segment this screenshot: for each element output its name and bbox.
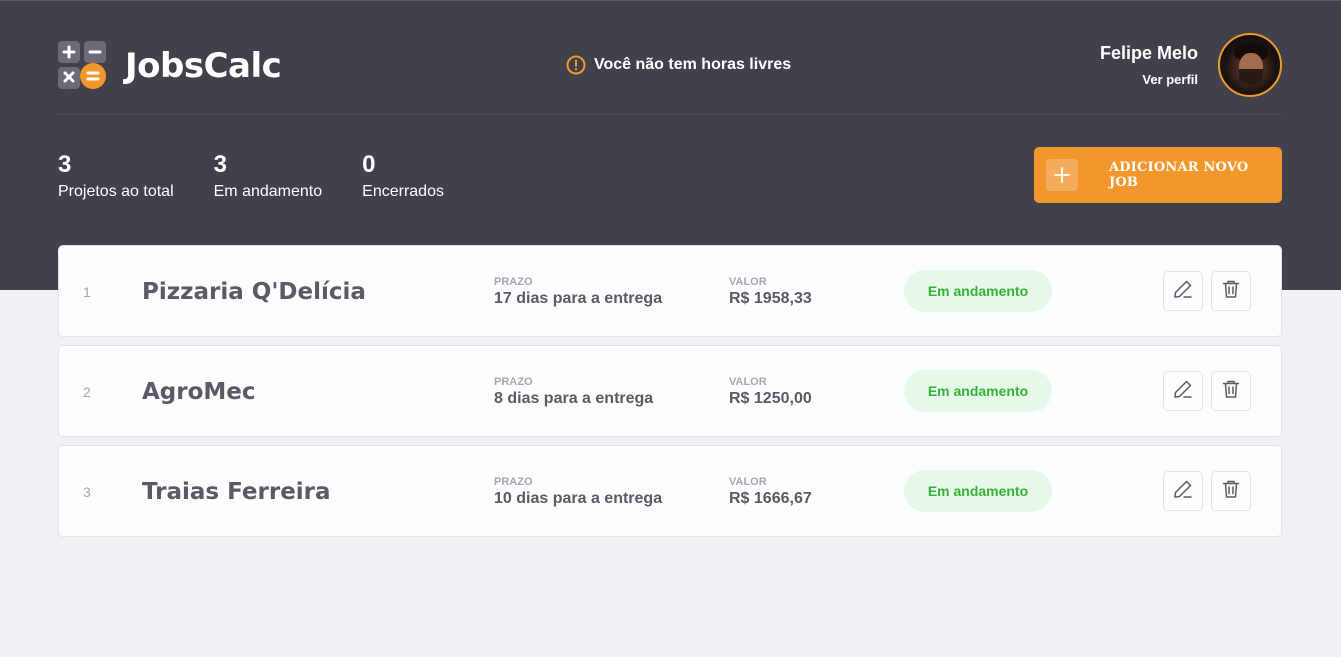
header: JobsCalc Você não tem horas livres Felip…: [58, 1, 1282, 115]
job-name: Pizzaria Q'Delícia: [142, 279, 366, 305]
deadline-label: PRAZO: [494, 276, 533, 288]
value-amount: R$ 1666,67: [729, 490, 812, 507]
job-id: 2: [83, 384, 91, 400]
trash-icon: [1220, 278, 1242, 305]
job-deadline: PRAZO 10 dias para a entrega: [494, 476, 662, 508]
plus-icon: [1046, 159, 1078, 191]
edit-button[interactable]: [1163, 471, 1203, 511]
job-id: 1: [83, 284, 91, 300]
status-badge: Em andamento: [904, 470, 1052, 512]
job-name: Traias Ferreira: [142, 479, 331, 505]
stat-closed: 0 Encerrados: [362, 151, 444, 201]
job-card: 2 AgroMec PRAZO 8 dias para a entrega VA…: [58, 345, 1282, 437]
job-deadline: PRAZO 17 dias para a entrega: [494, 276, 662, 308]
add-new-job-button[interactable]: ADICIONAR NOVO JOB: [1034, 147, 1282, 203]
trash-icon: [1220, 378, 1242, 405]
stat-label: Em andamento: [213, 183, 323, 200]
deadline-value: 10 dias para a entrega: [494, 490, 663, 507]
stat-label: Projetos ao total: [58, 183, 174, 200]
app-logo-text: JobsCalc: [125, 46, 282, 86]
value-amount: R$ 1250,00: [729, 390, 812, 407]
delete-button[interactable]: [1211, 271, 1251, 311]
job-card: 1 Pizzaria Q'Delícia PRAZO 17 dias para …: [58, 245, 1282, 337]
deadline-value: 8 dias para a entrega: [494, 390, 654, 407]
edit-button[interactable]: [1163, 271, 1203, 311]
avatar[interactable]: [1218, 33, 1282, 97]
value-label: VALOR: [729, 376, 767, 388]
add-new-job-label: ADICIONAR NOVO JOB: [1108, 160, 1249, 190]
summary-stats: 3 Projetos ao total 3 Em andamento 0 Enc…: [58, 151, 484, 201]
job-name: AgroMec: [142, 379, 256, 405]
stat-value: 3: [58, 151, 72, 178]
stat-total: 3 Projetos ao total: [58, 151, 174, 201]
calculator-icon: [58, 41, 106, 89]
pencil-icon: [1172, 378, 1194, 405]
trash-icon: [1220, 478, 1242, 505]
job-card: 3 Traias Ferreira PRAZO 10 dias para a e…: [58, 445, 1282, 537]
deadline-value: 17 dias para a entrega: [494, 290, 663, 307]
deadline-label: PRAZO: [494, 376, 533, 388]
value-amount: R$ 1958,33: [729, 290, 812, 307]
job-deadline: PRAZO 8 dias para a entrega: [494, 376, 653, 408]
deadline-label: PRAZO: [494, 476, 533, 488]
job-value: VALOR R$ 1958,33: [729, 276, 812, 308]
pencil-icon: [1172, 278, 1194, 305]
job-id: 3: [83, 484, 91, 500]
job-value: VALOR R$ 1666,67: [729, 476, 812, 508]
pencil-icon: [1172, 478, 1194, 505]
status-badge: Em andamento: [904, 270, 1052, 312]
value-label: VALOR: [729, 276, 767, 288]
job-list: 1 Pizzaria Q'Delícia PRAZO 17 dias para …: [58, 245, 1282, 545]
alert-circle-icon: [566, 55, 586, 75]
stat-value: 3: [213, 151, 227, 178]
stat-label: Encerrados: [362, 183, 444, 200]
value-label: VALOR: [729, 476, 767, 488]
stat-value: 0: [362, 151, 376, 178]
view-profile-link[interactable]: Ver perfil: [1100, 72, 1198, 87]
edit-button[interactable]: [1163, 371, 1203, 411]
notice-text: Você não tem horas livres: [594, 56, 792, 73]
stat-in-progress: 3 Em andamento: [214, 151, 323, 201]
delete-button[interactable]: [1211, 471, 1251, 511]
delete-button[interactable]: [1211, 371, 1251, 411]
free-hours-notice: Você não tem horas livres: [566, 55, 791, 75]
status-badge: Em andamento: [904, 370, 1052, 412]
job-value: VALOR R$ 1250,00: [729, 376, 812, 408]
profile[interactable]: Felipe Melo Ver perfil: [1100, 33, 1282, 97]
profile-name: Felipe Melo: [1099, 43, 1198, 63]
